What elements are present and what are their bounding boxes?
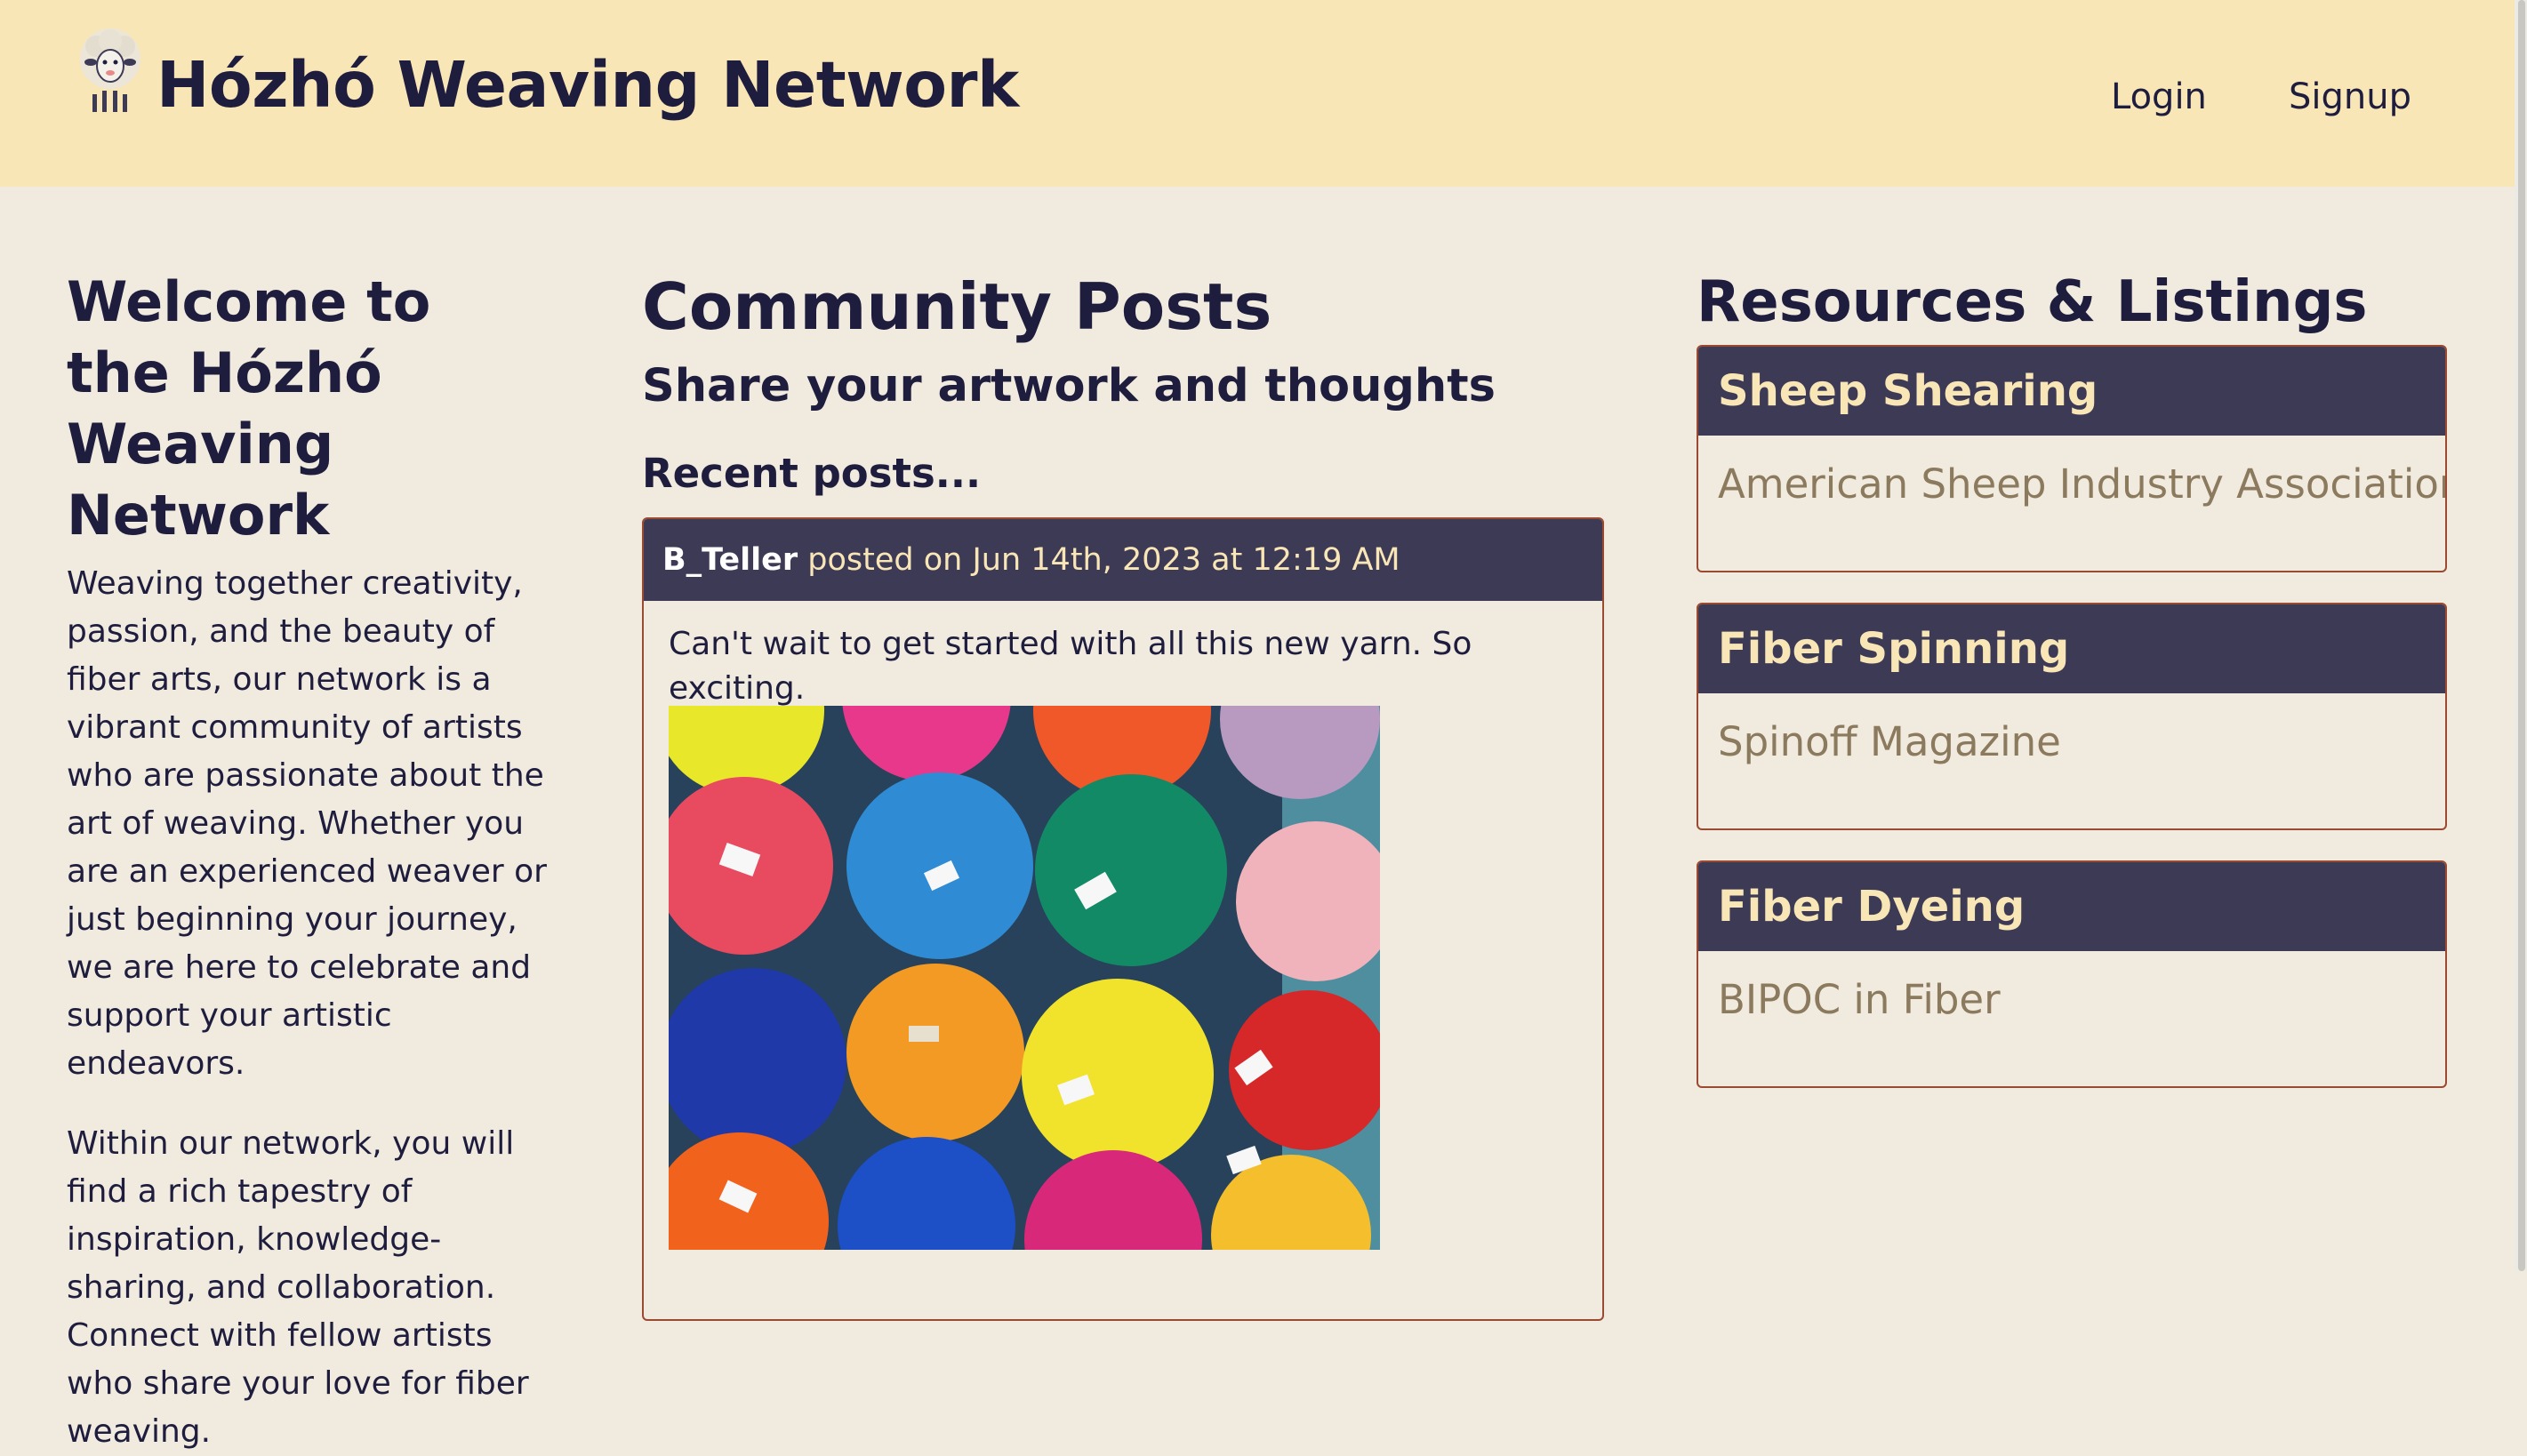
sheep-logo-icon[interactable] xyxy=(73,27,148,116)
post-text: Can't wait to get started with all this … xyxy=(669,626,1472,707)
site-header: Hózhó Weaving Network Login Signup xyxy=(0,0,2527,187)
login-link[interactable]: Login xyxy=(2111,76,2207,117)
resource-category: Fiber Spinning xyxy=(1698,604,2445,693)
resource-link[interactable]: American Sheep Industry Association xyxy=(1718,460,2445,508)
welcome-section: Welcome to the Hózhó Weaving Network Wea… xyxy=(67,267,547,1456)
scrollbar-thumb[interactable] xyxy=(2518,0,2525,1271)
post-meta: posted on Jun 14th, 2023 at 12:19 AM xyxy=(807,542,1400,578)
post-header: B_Teller posted on Jun 14th, 2023 at 12:… xyxy=(644,519,1602,601)
community-posts-subtitle: Share your artwork and thoughts xyxy=(642,360,1496,412)
intro-paragraph: Within our network, you will find a rich… xyxy=(67,1125,529,1450)
community-posts-title: Community Posts xyxy=(642,269,1272,344)
resource-card: Fiber Spinning Spinoff Magazine xyxy=(1697,603,2447,830)
resources-section: Resources & Listings Sheep Shearing Amer… xyxy=(1697,267,2447,1088)
resources-title: Resources & Listings xyxy=(1697,269,2368,335)
resource-link[interactable]: BIPOC in Fiber xyxy=(1718,976,2445,1023)
resource-category: Fiber Dyeing xyxy=(1698,862,2445,951)
resource-link[interactable]: Spinoff Magazine xyxy=(1718,718,2445,765)
recent-posts-label: Recent posts... xyxy=(642,450,982,497)
resource-card: Sheep Shearing American Sheep Industry A… xyxy=(1697,345,2447,572)
community-posts-section: Community Posts Share your artwork and t… xyxy=(642,267,1604,1321)
resource-card: Fiber Dyeing BIPOC in Fiber xyxy=(1697,860,2447,1088)
post-image[interactable] xyxy=(669,706,1380,1250)
page-scrollbar[interactable] xyxy=(2515,0,2527,1271)
site-title[interactable]: Hózhó Weaving Network xyxy=(156,48,1019,122)
welcome-title: Welcome to the Hózhó Weaving Network xyxy=(67,269,431,548)
post-card[interactable]: B_Teller posted on Jun 14th, 2023 at 12:… xyxy=(642,517,1604,1321)
resource-category: Sheep Shearing xyxy=(1698,347,2445,436)
intro-paragraph: Weaving together creativity, passion, an… xyxy=(67,565,547,1082)
post-author[interactable]: B_Teller xyxy=(662,542,798,578)
signup-link[interactable]: Signup xyxy=(2289,76,2411,117)
